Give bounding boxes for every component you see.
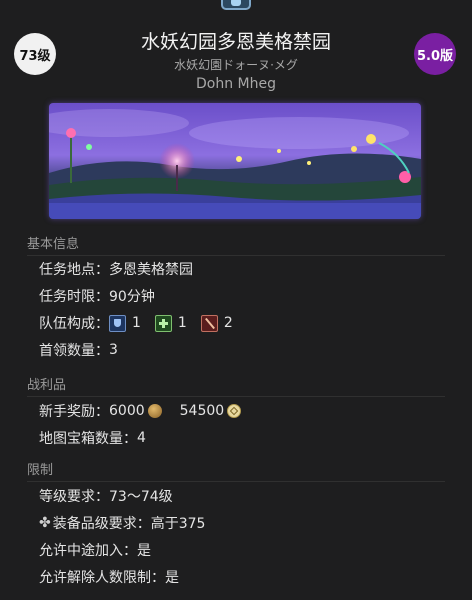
treasure-map-row: 地图宝箱数量： 4 <box>39 428 146 448</box>
item-level-requirement-value: 高于375 <box>150 516 206 532</box>
mgp-value: 54500 <box>179 403 225 419</box>
party-composition-label: 队伍构成： <box>39 316 109 332</box>
item-level-requirement-label: 装备品级要求： <box>52 516 151 532</box>
level-requirement-row: 等级要求： 73～74级 <box>39 486 173 506</box>
healer-count: 1 <box>177 315 187 331</box>
party-composition-row: 队伍构成： 1 1 2 <box>39 313 247 333</box>
duty-subtitle-japanese: 水妖幻園ドォーヌ·メグ <box>174 58 298 72</box>
boss-count-row: 首领数量： 3 <box>39 340 118 360</box>
join-in-progress-row: 允许中途加入： 是 <box>39 540 151 560</box>
gil-coin-icon <box>147 404 162 418</box>
unrestricted-party-row: 允许解除人数限制： 是 <box>39 567 179 587</box>
dps-count: 2 <box>223 315 233 331</box>
duty-icon <box>221 0 251 10</box>
time-limit-label: 任务时限： <box>39 289 109 305</box>
unrestricted-party-label: 允许解除人数限制： <box>39 570 165 586</box>
location-label: 任务地点： <box>39 262 109 278</box>
boss-count-label: 首领数量： <box>39 343 109 359</box>
location-row: 任务地点： 多恩美格禁园 <box>39 259 193 279</box>
dungeon-banner-image <box>49 103 421 219</box>
level-requirement-label: 等级要求： <box>39 489 109 505</box>
duty-title: 水妖幻园多恩美格禁园 <box>140 31 331 53</box>
location-value: 多恩美格禁园 <box>109 262 193 278</box>
section-header-loot: 战利品 <box>27 374 445 397</box>
section-header-basic-info: 基本信息 <box>27 233 445 256</box>
treasure-map-label: 地图宝箱数量： <box>39 431 137 447</box>
mgp-icon <box>227 404 242 418</box>
novice-reward-label: 新手奖励： <box>39 404 109 420</box>
item-level-requirement-row: ✤ 装备品级要求： 高于375 <box>39 513 205 533</box>
healer-role-icon <box>154 314 172 332</box>
dps-role-icon <box>200 314 218 332</box>
level-requirement-value: 73～74级 <box>109 489 173 505</box>
tank-role-icon <box>109 314 126 332</box>
treasure-map-value: 4 <box>137 430 146 446</box>
time-limit-row: 任务时限： 90分钟 <box>39 286 155 306</box>
gil-value: 6000 <box>109 403 145 419</box>
tank-count: 1 <box>132 315 141 331</box>
join-in-progress-value: 是 <box>137 543 151 559</box>
join-in-progress-label: 允许中途加入： <box>39 543 137 559</box>
unrestricted-party-value: 是 <box>165 570 179 586</box>
item-level-icon: ✤ <box>39 515 51 531</box>
section-header-limits: 限制 <box>27 459 445 482</box>
boss-count-value: 3 <box>109 342 118 358</box>
novice-reward-row: 新手奖励： 6000 54500 <box>39 401 242 421</box>
time-limit-value: 90分钟 <box>109 289 155 305</box>
duty-subtitle-english: Dohn Mheg <box>196 76 276 92</box>
